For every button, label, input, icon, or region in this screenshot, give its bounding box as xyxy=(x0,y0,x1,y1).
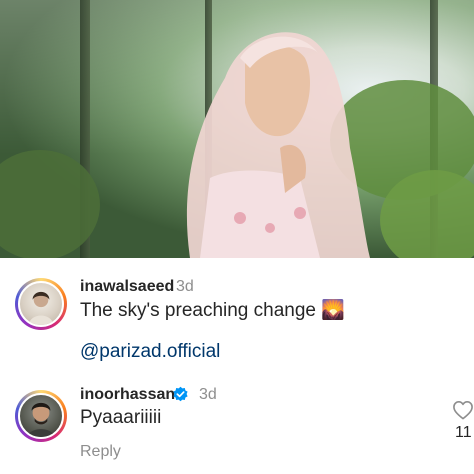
heart-icon[interactable] xyxy=(452,400,474,420)
avatar-portrait-icon xyxy=(27,402,55,437)
comment-item: inoorhassan 3d Pyaaariiiii Reply 11 xyxy=(0,378,474,474)
avatar-portrait-icon xyxy=(28,291,54,325)
avatar-image xyxy=(18,393,64,439)
like-count: 11 xyxy=(455,424,472,441)
reply-button[interactable]: Reply xyxy=(80,443,121,461)
comment-time: 3d xyxy=(199,386,217,403)
sunrise-emoji-icon: 🌄 xyxy=(321,300,345,321)
comment-username[interactable]: inawalsaeed xyxy=(80,278,174,296)
comment-text: The sky's preaching change 🌄 xyxy=(80,298,345,322)
mention-link[interactable]: @parizad.official xyxy=(80,341,220,363)
avatar[interactable] xyxy=(15,390,67,442)
woman-in-veil xyxy=(186,32,370,258)
comment-username[interactable]: inoorhassan xyxy=(80,386,175,404)
comment-body: The sky's preaching change xyxy=(80,300,316,321)
avatar-image xyxy=(18,281,64,327)
comments-section: inawalsaeed 3d The sky's preaching chang… xyxy=(0,258,474,474)
comment-item: inawalsaeed 3d The sky's preaching chang… xyxy=(0,258,474,378)
avatar[interactable] xyxy=(15,278,67,330)
verified-badge-icon xyxy=(172,386,189,403)
comment-time: 3d xyxy=(176,278,194,295)
comment-text: Pyaaariiiii xyxy=(80,407,162,428)
post-image xyxy=(0,0,474,258)
